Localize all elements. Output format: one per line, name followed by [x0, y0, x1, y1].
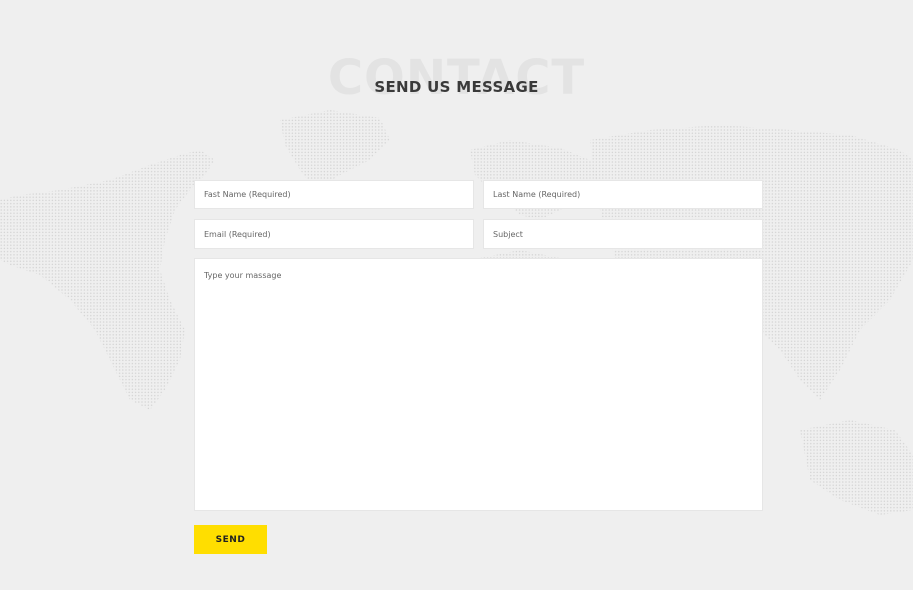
section-title: SEND US MESSAGE	[374, 78, 539, 96]
send-button[interactable]: SEND	[194, 525, 267, 554]
subject-field[interactable]	[483, 219, 763, 249]
message-textarea[interactable]	[194, 258, 763, 511]
email-field[interactable]	[194, 219, 474, 249]
first-name-field[interactable]	[194, 180, 474, 209]
last-name-field[interactable]	[483, 180, 763, 209]
section-heading: CONTACT SEND US MESSAGE	[0, 48, 913, 108]
